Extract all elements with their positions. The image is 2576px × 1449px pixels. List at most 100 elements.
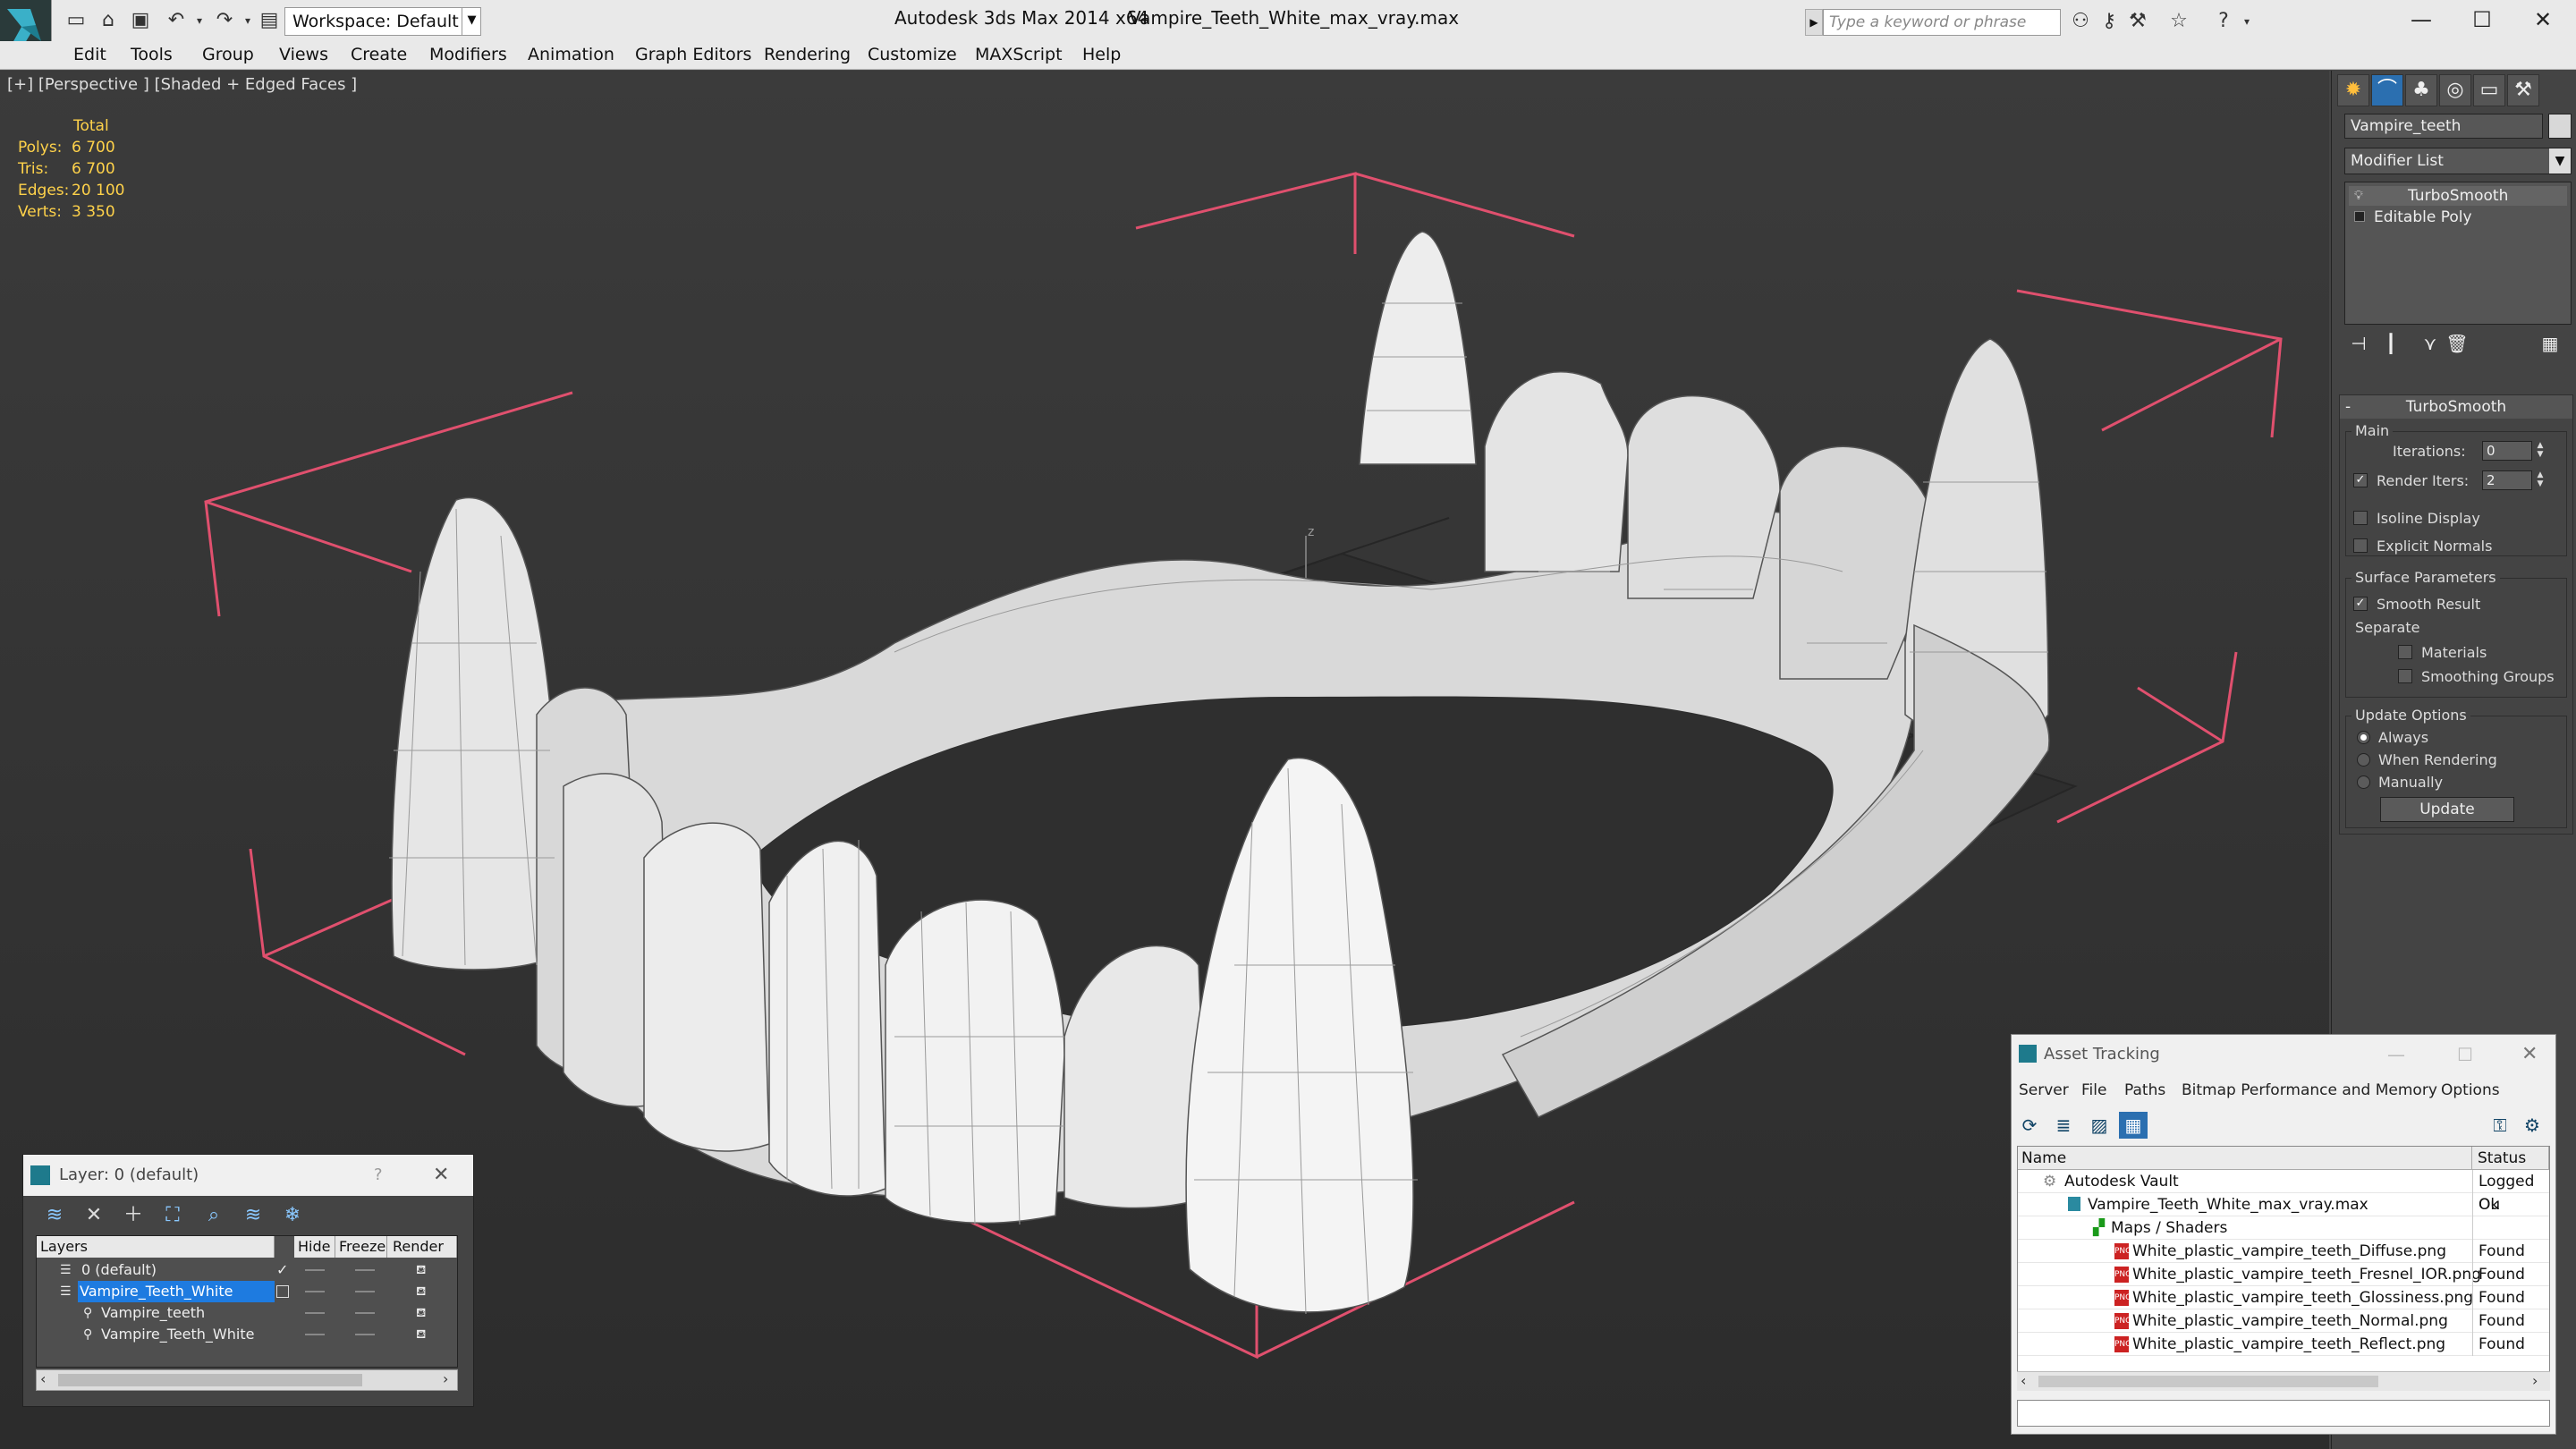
asset-row[interactable]: PNG White_plastic_vampire_teeth_Glossine…	[2018, 1286, 2549, 1309]
modify-tab-icon[interactable]: ⌒	[2371, 74, 2403, 106]
asset-row[interactable]: PNG White_plastic_vampire_teeth_Fresnel_…	[2018, 1263, 2549, 1286]
freeze-column-header[interactable]: Freeze	[335, 1236, 387, 1258]
highlight-layer-icon[interactable]: ⌕	[199, 1201, 229, 1230]
menu-modifiers[interactable]: Modifiers	[429, 45, 507, 64]
thumbnail-view-icon[interactable]: ▨	[2085, 1112, 2114, 1139]
hide-toggle[interactable]	[305, 1312, 325, 1314]
layer-row[interactable]: ☰ Vampire_Teeth_White ⛾	[37, 1281, 457, 1302]
help-icon[interactable]: ?	[374, 1155, 383, 1196]
asset-row[interactable]: ▞ Maps / Shaders	[2018, 1216, 2549, 1240]
object-row[interactable]: ⚲ Vampire_teeth ⛾	[37, 1302, 457, 1324]
menu-create[interactable]: Create	[351, 45, 407, 64]
hide-toggle[interactable]	[305, 1291, 325, 1292]
add-to-layer-icon[interactable]: ＋	[118, 1201, 148, 1230]
motion-tab-icon[interactable]: ◎	[2439, 74, 2471, 106]
active-box-icon[interactable]	[276, 1285, 289, 1298]
minimize-button[interactable]: —	[2390, 4, 2453, 36]
render-iters-checkbox[interactable]: ✓	[2353, 473, 2368, 487]
lightbulb-icon[interactable]: 💡︎	[2354, 186, 2363, 206]
menu-rendering[interactable]: Rendering	[764, 45, 851, 64]
iterations-spinner[interactable]: 0	[2482, 441, 2532, 461]
maximize-icon[interactable]: ☐	[2457, 1035, 2473, 1074]
freeze-toggle[interactable]	[355, 1312, 375, 1314]
collapse-icon[interactable]: -	[2345, 395, 2351, 419]
horizontal-scrollbar[interactable]: ‹ ›	[36, 1369, 458, 1391]
modifier-list-dropdown[interactable]: Modifier List ▼	[2344, 148, 2572, 174]
freeze-all-icon[interactable]: ❄	[277, 1201, 308, 1230]
scroll-right-icon[interactable]: ›	[443, 1370, 448, 1387]
hierarchy-tab-icon[interactable]: ♣	[2405, 74, 2437, 106]
menu-file[interactable]: File	[2081, 1081, 2106, 1099]
chevron-down-icon[interactable]: ▼	[2549, 148, 2571, 174]
horizontal-scrollbar[interactable]: ‹ ›	[2017, 1371, 2550, 1391]
asset-path-field[interactable]	[2017, 1400, 2550, 1427]
hide-toggle[interactable]	[305, 1334, 325, 1335]
object-row[interactable]: ⚲ Vampire_Teeth_White ⛾	[37, 1324, 457, 1345]
star-icon[interactable]: ☆	[2166, 9, 2191, 34]
binoculars-icon[interactable]: ⚇	[2068, 9, 2093, 34]
menu-views[interactable]: Views	[279, 45, 328, 64]
asset-row[interactable]: Vampire_Teeth_White_max_vray.max Ok	[2018, 1193, 2549, 1216]
remove-modifier-icon[interactable]: 🗑︎	[2443, 330, 2471, 357]
open-file-icon[interactable]: ⌂	[95, 7, 122, 34]
asset-row[interactable]: PNG White_plastic_vampire_teeth_Reflect.…	[2018, 1333, 2549, 1356]
select-objects-icon[interactable]: ⛶	[157, 1201, 188, 1230]
asset-row[interactable]: ⚙ Autodesk Vault Logged Ou	[2018, 1170, 2549, 1214]
save-file-icon[interactable]: ▣	[127, 7, 154, 34]
show-end-result-icon[interactable]: ┃	[2377, 330, 2405, 357]
render-column-header[interactable]: Render	[387, 1236, 457, 1258]
menu-server[interactable]: Server	[2019, 1081, 2069, 1099]
menu-animation[interactable]: Animation	[528, 45, 614, 64]
create-tab-icon[interactable]: ✹	[2337, 74, 2369, 106]
manually-radio[interactable]	[2357, 775, 2370, 789]
smoothing-groups-checkbox[interactable]	[2398, 669, 2412, 683]
active-check-icon[interactable]: ✓	[276, 1259, 288, 1281]
scroll-thumb[interactable]	[58, 1374, 362, 1386]
status-column-header[interactable]: Status	[2472, 1147, 2549, 1170]
help-dropdown-icon[interactable]: ▾	[2234, 9, 2259, 34]
render-teapot-icon[interactable]: ⛾	[416, 1259, 426, 1281]
key-icon[interactable]: ⚷	[2097, 9, 2122, 34]
menu-group[interactable]: Group	[202, 45, 254, 64]
scroll-left-icon[interactable]: ‹	[40, 1370, 46, 1387]
materials-checkbox[interactable]	[2398, 645, 2412, 659]
pin-stack-icon[interactable]: ⊣	[2344, 330, 2373, 357]
render-teapot-icon[interactable]: ⛾	[416, 1302, 426, 1324]
settings-help-icon[interactable]: ⚙	[2518, 1112, 2546, 1139]
asset-row[interactable]: PNG White_plastic_vampire_teeth_Diffuse.…	[2018, 1240, 2549, 1263]
asset-window-titlebar[interactable]: Asset Tracking — ☐ ✕	[2012, 1035, 2555, 1074]
utilities-tab-icon[interactable]: ⚒	[2507, 74, 2539, 106]
delete-layer-icon[interactable]: ✕	[79, 1201, 109, 1230]
rollout-header[interactable]: - TurboSmooth	[2340, 395, 2572, 419]
menu-customize[interactable]: Customize	[868, 45, 957, 64]
render-teapot-icon[interactable]: ⛾	[416, 1324, 426, 1345]
always-radio[interactable]	[2357, 731, 2370, 744]
layer-window-titlebar[interactable]: Layer: 0 (default) ? ✕	[23, 1155, 473, 1196]
maximize-button[interactable]: ☐	[2451, 4, 2513, 36]
freeze-toggle[interactable]	[355, 1269, 375, 1271]
new-file-icon[interactable]: ▭	[63, 7, 89, 34]
create-layer-icon[interactable]: ≋	[39, 1201, 70, 1230]
list-view-icon[interactable]: ≣	[2049, 1112, 2078, 1139]
project-folder-icon[interactable]: ▤	[256, 7, 283, 34]
spinner-arrows-icon[interactable]: ▲ ▼	[2534, 441, 2546, 461]
help-icon[interactable]: ?	[2211, 9, 2236, 34]
update-button[interactable]: Update	[2380, 797, 2514, 822]
close-icon[interactable]: ✕	[433, 1155, 449, 1196]
hide-toggle[interactable]	[305, 1269, 325, 1271]
close-button[interactable]: ✕	[2512, 4, 2574, 36]
when-rendering-radio[interactable]	[2357, 753, 2370, 767]
menu-help[interactable]: Help	[1082, 45, 1121, 64]
freeze-toggle[interactable]	[355, 1291, 375, 1292]
object-name-field[interactable]: Vampire_teeth	[2344, 114, 2543, 139]
render-iters-spinner[interactable]: 2	[2482, 470, 2532, 490]
smooth-result-checkbox[interactable]: ✓	[2353, 597, 2368, 611]
vampire-teeth-mesh[interactable]	[389, 231, 2050, 1315]
object-color-swatch[interactable]	[2548, 114, 2572, 139]
spinner-arrows-icon[interactable]: ▲ ▼	[2534, 470, 2546, 490]
search-input[interactable]: Type a keyword or phrase	[1823, 9, 2061, 36]
display-tab-icon[interactable]: ▭	[2473, 74, 2505, 106]
vault-help-icon[interactable]: ⚿	[2486, 1112, 2514, 1139]
viewport-label[interactable]: [+] [Perspective ] [Shaded + Edged Faces…	[7, 75, 357, 94]
undo-dropdown-icon[interactable]: ▾	[186, 7, 213, 34]
